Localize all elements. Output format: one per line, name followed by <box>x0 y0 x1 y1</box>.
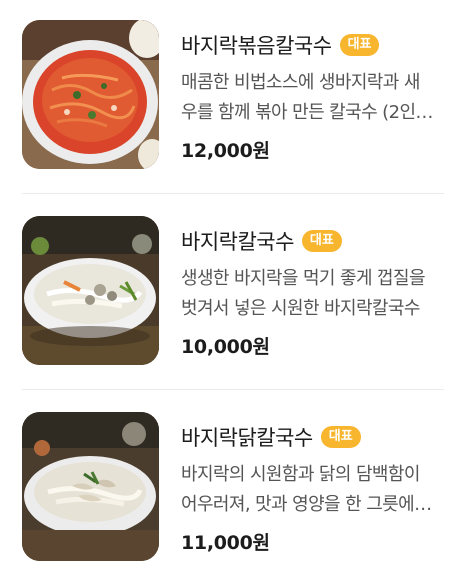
menu-item-image[interactable] <box>22 216 159 365</box>
menu-item[interactable]: 바지락닭칼국수 대표 바지락의 시원함과 닭의 담백함이 어우러져, 맛과 영양… <box>0 392 466 581</box>
description-line: 어우러져, 맛과 영양을 한 그릇에… <box>181 494 432 515</box>
signature-badge: 대표 <box>301 230 342 252</box>
menu-item-info: 바지락닭칼국수 대표 바지락의 시원함과 닭의 담백함이 어우러져, 맛과 영양… <box>181 420 446 555</box>
menu-item-price: 11,000원 <box>181 532 270 554</box>
menu-item-description: 생생한 바지락을 먹기 좋게 껍질을 벗겨서 넣은 시원한 바지락칼국수 <box>181 264 446 324</box>
title-row: 바지락볶음칼국수 대표 <box>181 28 446 62</box>
description-line: 우를 함께 볶아 만든 칼국수 (2인… <box>181 102 433 123</box>
description-line: 생생한 바지락을 먹기 좋게 껍질을 <box>181 268 426 289</box>
menu-item-price: 10,000원 <box>181 336 270 358</box>
menu-item-title: 바지락칼국수 <box>181 230 294 254</box>
menu-item-image[interactable] <box>22 412 159 561</box>
divider <box>22 389 444 390</box>
description-line: 바지락의 시원함과 닭의 담백함이 <box>181 464 420 485</box>
title-row: 바지락칼국수 대표 <box>181 224 446 258</box>
description-line: 벗겨서 넣은 시원한 바지락칼국수 <box>181 298 420 319</box>
menu-item-price: 12,000원 <box>181 140 270 162</box>
menu-list: 바지락볶음칼국수 대표 매콤한 비법소스에 생바지락과 새 우를 함께 볶아 만… <box>0 0 466 581</box>
menu-item-title: 바지락닭칼국수 <box>181 426 313 450</box>
signature-badge: 대표 <box>339 34 380 56</box>
clam-noodle-soup-photo <box>22 216 159 365</box>
title-row: 바지락닭칼국수 대표 <box>181 420 446 454</box>
menu-item-description: 매콤한 비법소스에 생바지락과 새 우를 함께 볶아 만든 칼국수 (2인… <box>181 68 446 128</box>
menu-item[interactable]: 바지락볶음칼국수 대표 매콤한 비법소스에 생바지락과 새 우를 함께 볶아 만… <box>0 0 466 196</box>
menu-item-description: 바지락의 시원함과 닭의 담백함이 어우러져, 맛과 영양을 한 그릇에… <box>181 460 446 520</box>
clam-chicken-noodle-soup-photo <box>22 412 159 561</box>
description-line: 매콤한 비법소스에 생바지락과 새 <box>181 72 420 93</box>
menu-item-info: 바지락볶음칼국수 대표 매콤한 비법소스에 생바지락과 새 우를 함께 볶아 만… <box>181 28 446 163</box>
divider <box>22 193 444 194</box>
menu-item-info: 바지락칼국수 대표 생생한 바지락을 먹기 좋게 껍질을 벗겨서 넣은 시원한 … <box>181 224 446 359</box>
menu-item-image[interactable] <box>22 20 159 169</box>
menu-item-title: 바지락볶음칼국수 <box>181 34 332 58</box>
menu-item[interactable]: 바지락칼국수 대표 생생한 바지락을 먹기 좋게 껍질을 벗겨서 넣은 시원한 … <box>0 196 466 392</box>
spicy-stir-fried-noodle-photo <box>22 20 159 169</box>
signature-badge: 대표 <box>320 426 361 448</box>
